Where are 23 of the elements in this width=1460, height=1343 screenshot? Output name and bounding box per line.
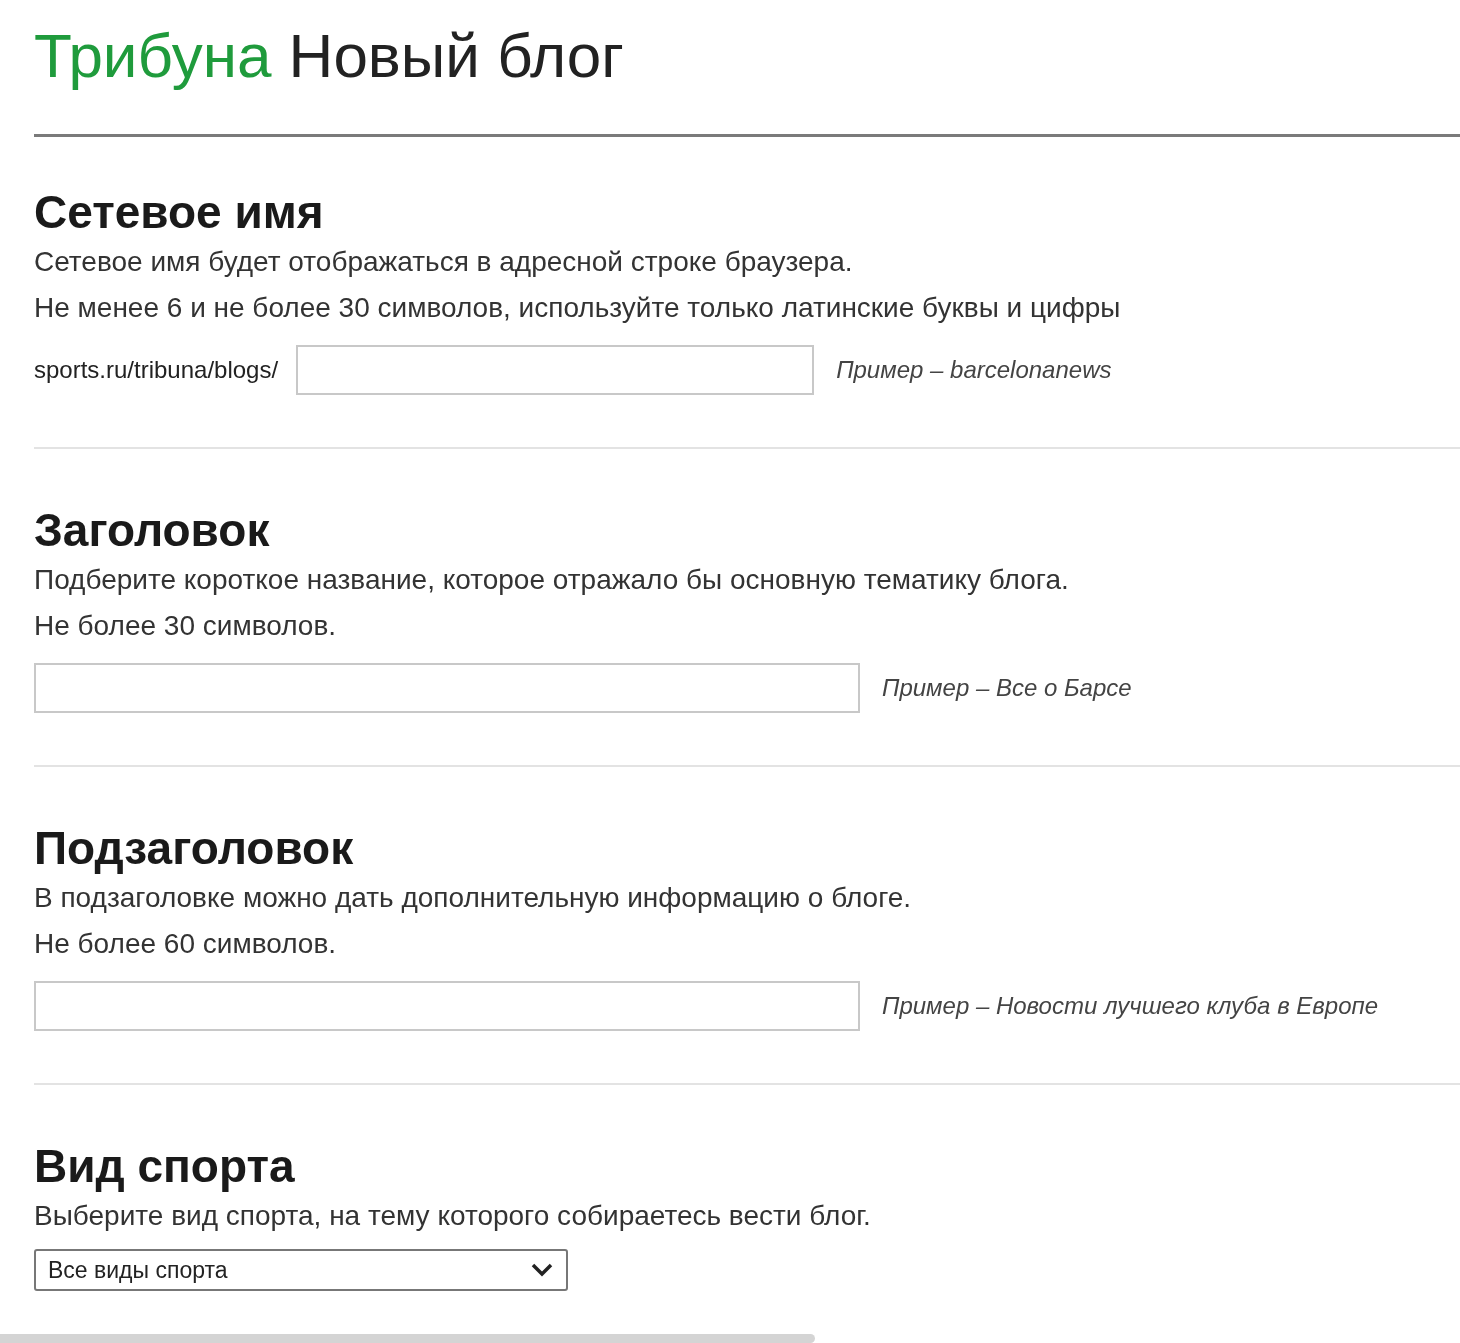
text-input[interactable]	[296, 345, 815, 395]
text-input[interactable]	[34, 663, 860, 713]
chevron-down-icon	[530, 1262, 554, 1278]
section-heading: Заголовок	[34, 503, 271, 557]
example-text: Пример – barcelonanews	[836, 355, 1112, 385]
section-heading: Подзаголовок	[34, 821, 355, 875]
url-prefix: sports.ru/tribuna/blogs/	[34, 355, 279, 385]
section-heading: Вид спорта	[34, 1139, 296, 1193]
section-heading: Сетевое имя	[34, 185, 325, 239]
hint-text: Выберите вид спорта, на тему которого собираетесь вести блог.	[34, 1199, 872, 1233]
hint-text: Сетевое имя будет отображаться в адресной строке браузера.	[34, 245, 854, 279]
brand-logo[interactable]: Трибуна	[34, 21, 272, 90]
example-text: Пример – Новости лучшего клуба в Европе	[882, 991, 1379, 1021]
scrollbar[interactable]	[0, 1334, 815, 1343]
hint-text: Не более 60 символов.	[34, 927, 338, 961]
hint-text: Подберите короткое название, которое отражало бы основную тематику блога.	[34, 563, 1070, 597]
hint-text: Не более 30 символов.	[34, 609, 338, 643]
text-input[interactable]	[34, 981, 860, 1031]
example-text: Пример – Все о Барсе	[882, 673, 1132, 703]
sport-dropdown[interactable]: Все виды спорта	[34, 1249, 568, 1291]
hint-text: В подзаголовке можно дать дополнительную информацию о блоге.	[34, 881, 913, 915]
page-title: Новый блог	[288, 21, 624, 90]
hint-text: Не менее 6 и не более 30 символов, используйте только латинские буквы и цифры	[34, 291, 1122, 325]
